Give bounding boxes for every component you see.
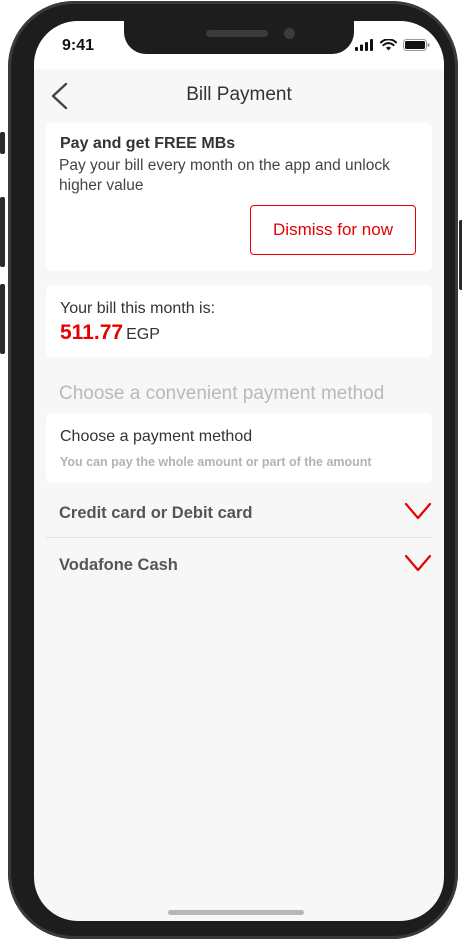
app-header: Bill Payment: [34, 69, 444, 121]
signal-icon: [355, 39, 373, 51]
app-screen: 9:41 Bill Payment Pay and get FREE MBs P…: [34, 21, 444, 921]
payment-option-vodafone-cash[interactable]: Vodafone Cash: [46, 539, 432, 589]
battery-icon: [403, 39, 430, 51]
promo-title: Pay and get FREE MBs: [60, 135, 236, 152]
bill-label: Your bill this month is:: [60, 300, 216, 317]
payment-option-label: Vodafone Cash: [59, 556, 178, 574]
payment-section-title: Choose a convenient payment method: [59, 383, 385, 404]
status-time: 9:41: [62, 37, 95, 54]
mute-switch: [0, 132, 5, 154]
chevron-down-icon[interactable]: [404, 499, 432, 523]
bill-amount: 511.77: [60, 321, 124, 344]
payment-option-credit-card[interactable]: Credit card or Debit card: [46, 487, 432, 538]
home-indicator[interactable]: [168, 910, 304, 915]
wifi-icon: [380, 39, 397, 51]
dismiss-button[interactable]: Dismiss for now: [250, 205, 416, 255]
promo-description: Pay your bill every month on the app and…: [59, 157, 390, 194]
front-camera: [284, 28, 295, 39]
status-icons: [355, 39, 430, 51]
promo-card: Pay and get FREE MBs Pay your bill every…: [46, 123, 432, 271]
payment-method-card: Choose a payment method You can pay the …: [46, 413, 432, 483]
status-bar: 9:41: [34, 21, 444, 69]
payment-option-label: Credit card or Debit card: [59, 504, 253, 522]
page-title: Bill Payment: [186, 84, 292, 105]
payment-method-title: Choose a payment method: [60, 428, 253, 445]
bill-amount-row: 511.77 EGP: [60, 321, 160, 345]
phone-frame: 9:41 Bill Payment Pay and get FREE MBs P…: [0, 1, 462, 939]
payment-method-subtitle: You can pay the whole amount or part of …: [60, 455, 372, 469]
chevron-down-icon[interactable]: [404, 551, 432, 575]
bill-currency: EGP: [126, 326, 160, 343]
speaker-grille: [206, 30, 268, 37]
volume-down-button: [0, 284, 5, 354]
notch: [124, 21, 354, 54]
volume-up-button: [0, 197, 5, 267]
bill-card: Your bill this month is: 511.77 EGP: [46, 285, 432, 357]
